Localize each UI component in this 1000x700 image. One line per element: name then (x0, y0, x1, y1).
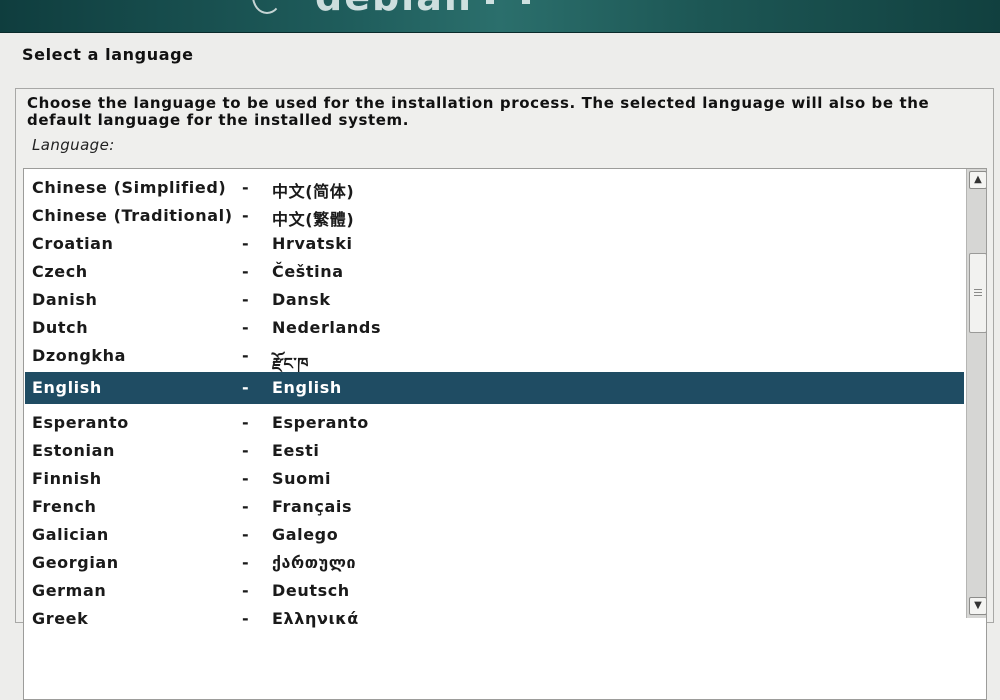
language-name: Galician (32, 525, 109, 544)
language-native-name: Esperanto (272, 413, 369, 432)
language-row[interactable]: French - Français (25, 492, 964, 520)
language-name: English (32, 378, 102, 397)
scroll-up-button[interactable]: ▲ (969, 171, 986, 189)
language-name: French (32, 497, 97, 516)
language-row[interactable]: Galician - Galego (25, 520, 964, 548)
language-row[interactable]: Danish - Dansk (25, 285, 964, 313)
debian-logo-text: debian (315, 0, 473, 16)
scroll-down-button[interactable]: ▼ (969, 597, 986, 615)
language-separator: - (242, 413, 250, 432)
language-native-name: Suomi (272, 469, 332, 488)
language-name: Dzongkha (32, 346, 127, 365)
language-name: Greek (32, 609, 89, 628)
language-name: Chinese (Traditional) (32, 206, 233, 225)
language-list-label: Language: (32, 136, 115, 154)
language-native-name: Ελληνικά (272, 609, 359, 628)
language-separator: - (242, 206, 250, 225)
language-name: German (32, 581, 107, 600)
language-row[interactable]: Chinese (Simplified) - 中文(简体) (25, 173, 964, 201)
language-native-name: ქართული (272, 553, 357, 572)
language-native-name: Čeština (272, 262, 344, 281)
language-panel: Choose the language to be used for the i… (15, 88, 994, 700)
language-native-name: Dansk (272, 290, 331, 309)
scrollbar-thumb[interactable] (969, 253, 986, 333)
language-row[interactable]: Dzongkha - རྫོང་ཁ (25, 341, 964, 373)
language-name: Czech (32, 262, 88, 281)
language-native-name: 中文(简体) (272, 182, 355, 201)
language-separator: - (242, 497, 250, 516)
debian-swirl-logo (252, 0, 282, 14)
language-row[interactable]: Croatian - Hrvatski (25, 229, 964, 257)
language-separator: - (242, 378, 250, 397)
page-title: Select a language (22, 45, 194, 64)
language-row[interactable]: Chinese (Traditional) - 中文(繁體) (25, 201, 964, 229)
instruction-text: Choose the language to be used for the i… (27, 94, 930, 129)
language-separator: - (242, 553, 250, 572)
arrow-up-icon: ▲ (974, 174, 982, 185)
language-row-selected[interactable]: English - English (25, 372, 964, 404)
scrollbar[interactable]: ▲ ▼ (966, 169, 986, 618)
language-native-name: Nederlands (272, 318, 382, 337)
language-separator: - (242, 525, 250, 544)
language-separator: - (242, 262, 250, 281)
language-native-name: Français (272, 497, 353, 516)
arrow-down-icon: ▼ (974, 600, 982, 611)
language-row[interactable]: Georgian - ქართული (25, 548, 964, 576)
language-native-name: 中文(繁體) (272, 210, 355, 229)
language-separator: - (242, 318, 250, 337)
debian-banner: debian (0, 0, 1000, 32)
language-separator: - (242, 581, 250, 600)
language-separator: - (242, 178, 250, 197)
language-name: Croatian (32, 234, 114, 253)
language-row[interactable]: Esperanto - Esperanto (25, 408, 964, 436)
language-native-name: Galego (272, 525, 339, 544)
language-separator: - (242, 609, 250, 628)
language-separator: - (242, 234, 250, 253)
language-row[interactable]: Greek - Ελληνικά (25, 604, 964, 632)
language-name: Finnish (32, 469, 102, 488)
language-row[interactable]: Estonian - Eesti (25, 436, 964, 464)
language-row[interactable]: Dutch - Nederlands (25, 313, 964, 341)
language-listbox[interactable]: Chinese (Simplified) - 中文(简体) Chinese (Trad… (23, 168, 987, 700)
language-native-name: Eesti (272, 441, 320, 460)
language-native-name: English (272, 378, 342, 397)
language-native-name: Hrvatski (272, 234, 353, 253)
language-row[interactable]: Finnish - Suomi (25, 464, 964, 492)
language-name: Georgian (32, 553, 119, 572)
language-separator: - (242, 469, 250, 488)
debian-version-mark (486, 0, 536, 4)
language-separator: - (242, 290, 250, 309)
language-separator: - (242, 441, 250, 460)
language-name: Dutch (32, 318, 89, 337)
language-row[interactable]: Czech - Čeština (25, 257, 964, 285)
language-row[interactable]: German - Deutsch (25, 576, 964, 604)
language-native-name: Deutsch (272, 581, 350, 600)
language-name: Esperanto (32, 413, 129, 432)
language-name: Chinese (Simplified) (32, 178, 227, 197)
language-name: Estonian (32, 441, 115, 460)
language-name: Danish (32, 290, 98, 309)
language-separator: - (242, 346, 250, 365)
